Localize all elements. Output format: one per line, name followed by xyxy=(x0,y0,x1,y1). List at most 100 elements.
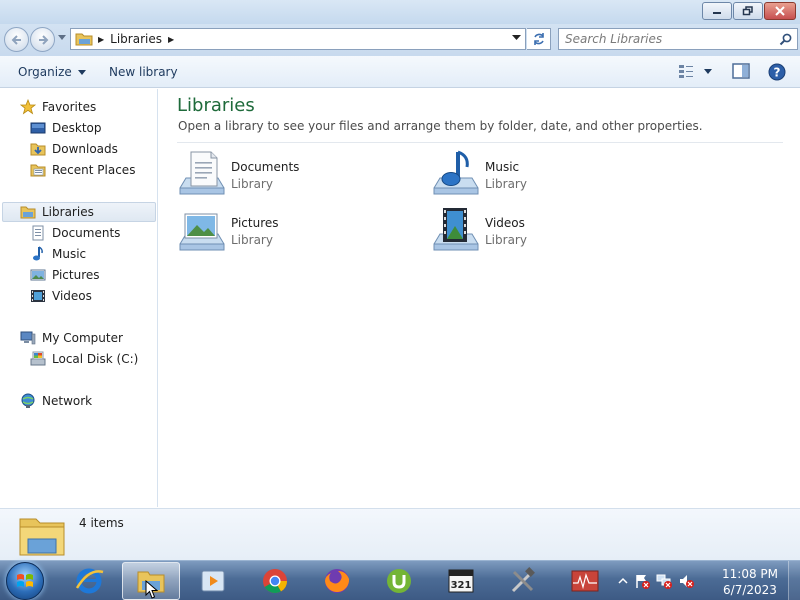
item-count: 4 items xyxy=(79,516,124,530)
refresh-button[interactable] xyxy=(527,28,551,50)
library-type: Library xyxy=(231,232,273,247)
libraries-folder-icon xyxy=(75,33,93,46)
window-controls xyxy=(702,2,796,20)
library-name: Music xyxy=(485,159,520,174)
breadcrumb-libraries[interactable]: Libraries xyxy=(110,32,162,46)
sidebar-label: My Computer xyxy=(42,331,123,345)
documents-icon xyxy=(30,225,46,241)
forward-arrow-icon xyxy=(38,34,48,45)
back-button[interactable] xyxy=(4,27,29,52)
library-item-music[interactable]: Music Library xyxy=(431,150,651,200)
taskbar-task-manager[interactable] xyxy=(556,562,614,600)
sidebar-item-documents[interactable]: Documents xyxy=(30,223,120,243)
search-icon[interactable] xyxy=(779,33,792,46)
sidebar-item-desktop[interactable]: Desktop xyxy=(30,118,102,138)
search-box[interactable] xyxy=(558,28,798,50)
library-text: Documents Library xyxy=(231,160,299,191)
sidebar-item-videos[interactable]: Videos xyxy=(30,286,92,306)
new-library-button[interactable]: New library xyxy=(109,65,178,79)
change-view-button[interactable] xyxy=(678,64,712,78)
restore-icon xyxy=(742,6,753,16)
video-film-icon xyxy=(30,288,46,304)
library-item-documents[interactable]: Documents Library xyxy=(177,150,397,200)
sidebar-label: Pictures xyxy=(52,268,100,282)
forward-button[interactable] xyxy=(30,27,55,52)
breadcrumb-arrow-icon[interactable]: ▶ xyxy=(168,35,174,44)
library-type: Library xyxy=(485,176,527,191)
recent-places-icon xyxy=(30,162,46,178)
taskbar-chrome[interactable] xyxy=(246,562,304,600)
show-hidden-icons-chevron-up-icon[interactable] xyxy=(618,576,628,586)
windows-logo-icon xyxy=(17,574,33,587)
clock[interactable]: 11:08 PM 6/7/2023 xyxy=(722,566,778,598)
clock-date: 6/7/2023 xyxy=(723,583,777,597)
minimize-button[interactable] xyxy=(702,2,732,20)
sidebar-label: Network xyxy=(42,394,93,408)
address-row: ▶ Libraries ▶ xyxy=(0,24,800,56)
library-type: Library xyxy=(485,232,527,247)
recent-pages-chevron-down-icon[interactable] xyxy=(58,35,66,41)
sidebar-label: Videos xyxy=(52,289,92,303)
title-bar[interactable] xyxy=(0,0,800,24)
clock-time: 11:08 PM xyxy=(722,567,778,581)
sidebar-item-pictures[interactable]: Pictures xyxy=(30,265,100,285)
sidebar-item-network[interactable]: Network xyxy=(20,391,92,411)
chrome-icon xyxy=(263,569,287,594)
refresh-icon xyxy=(533,33,544,45)
hard-drive-icon xyxy=(30,351,46,367)
command-bar: Organize New library ? xyxy=(0,56,800,88)
svg-text:321: 321 xyxy=(451,580,472,591)
close-button[interactable] xyxy=(764,2,796,20)
sidebar-item-local-disk[interactable]: Local Disk (C:) xyxy=(30,349,138,369)
taskbar-utorrent[interactable] xyxy=(370,562,428,600)
volume-muted-icon[interactable] xyxy=(678,573,694,589)
desktop-icon xyxy=(30,120,46,136)
pictures-icon xyxy=(30,267,46,283)
documents-library-icon xyxy=(179,151,225,195)
internet-explorer-icon xyxy=(75,568,104,594)
library-item-pictures[interactable]: Pictures Library xyxy=(177,206,397,256)
sidebar-label: Favorites xyxy=(42,100,97,114)
sidebar-item-music[interactable]: Music xyxy=(30,244,86,264)
show-desktop-button[interactable] xyxy=(788,561,800,600)
libraries-folder-icon xyxy=(20,204,36,220)
address-bar[interactable]: ▶ Libraries ▶ xyxy=(70,28,526,50)
preview-pane-icon[interactable] xyxy=(732,63,750,79)
address-history-chevron-down-icon[interactable] xyxy=(512,35,521,41)
sidebar-item-libraries[interactable]: Libraries xyxy=(2,202,156,222)
page-title: Libraries xyxy=(177,95,255,116)
taskbar-media-player-classic[interactable]: 321 xyxy=(432,562,490,600)
taskbar-media-player[interactable] xyxy=(184,562,242,600)
chevron-down-icon xyxy=(704,68,712,74)
taskbar-firefox[interactable] xyxy=(308,562,366,600)
new-library-label: New library xyxy=(109,65,178,79)
sidebar-item-downloads[interactable]: Downloads xyxy=(30,139,118,159)
star-icon xyxy=(20,99,36,115)
taskbar-internet-explorer[interactable] xyxy=(60,562,118,600)
action-center-flag-icon[interactable] xyxy=(634,573,650,589)
music-library-icon xyxy=(433,150,479,195)
computer-icon xyxy=(20,330,36,346)
sidebar-item-my-computer[interactable]: My Computer xyxy=(20,328,123,348)
breadcrumb-arrow-icon[interactable]: ▶ xyxy=(98,35,104,44)
taskbar-tools[interactable] xyxy=(494,562,552,600)
details-pane: 4 items xyxy=(0,508,800,560)
library-text: Videos Library xyxy=(485,216,527,247)
start-button[interactable] xyxy=(6,562,44,600)
mouse-cursor-icon xyxy=(145,580,159,599)
page-subtitle: Open a library to see your files and arr… xyxy=(178,119,703,133)
pictures-library-icon xyxy=(179,213,225,251)
library-name: Videos xyxy=(485,215,525,230)
content-pane: Libraries Open a library to see your fil… xyxy=(159,89,800,507)
organize-button[interactable]: Organize xyxy=(18,65,86,79)
task-manager-icon xyxy=(571,570,599,592)
sidebar-item-favorites[interactable]: Favorites xyxy=(20,97,96,117)
library-item-videos[interactable]: Videos Library xyxy=(431,206,651,256)
search-input[interactable] xyxy=(565,32,775,46)
tools-icon xyxy=(511,567,535,593)
maximize-button[interactable] xyxy=(733,2,763,20)
network-status-icon[interactable] xyxy=(656,573,672,589)
sidebar-item-recent-places[interactable]: Recent Places xyxy=(30,160,135,180)
help-icon[interactable]: ? xyxy=(768,63,786,81)
utorrent-icon xyxy=(387,569,411,593)
